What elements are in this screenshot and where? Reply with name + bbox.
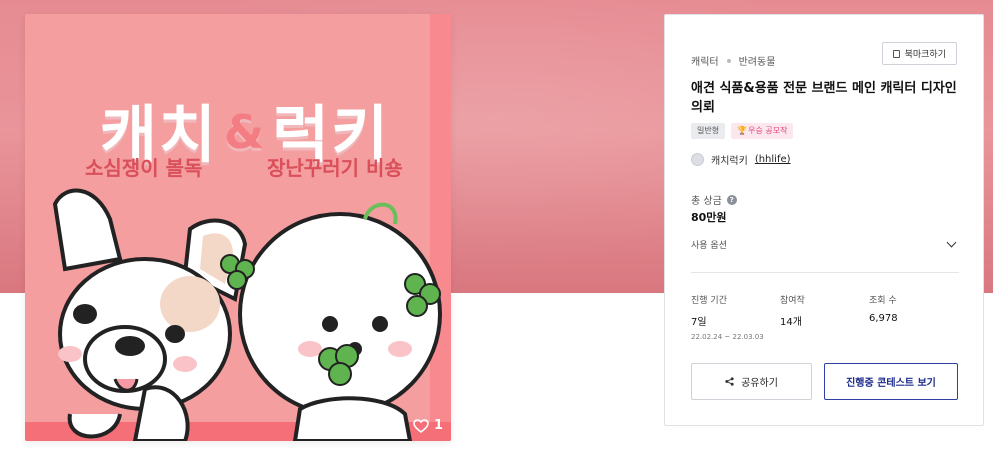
bookmark-label: 북마크하기: [904, 50, 946, 60]
bookmark-button[interactable]: 북마크하기: [881, 42, 957, 65]
share-button[interactable]: 공유하기: [691, 363, 812, 400]
like-button[interactable]: 1: [413, 418, 443, 433]
view-ongoing-contests-button[interactable]: 진행중 콘테스트 보기: [824, 363, 958, 400]
stat-entries-value: 14개: [780, 317, 802, 328]
share-icon: [725, 377, 734, 386]
usage-options-toggle[interactable]: 사용 옵션: [691, 237, 959, 251]
artwork-subtitle-right: 장난꾸러기 비숑: [267, 156, 403, 180]
stat-views-value: 6,978: [869, 313, 898, 324]
breadcrumb-separator: [726, 58, 731, 63]
prize-label: 총 상금 ?: [691, 192, 737, 207]
tag-award: 🏆 우승 공모작: [731, 123, 794, 139]
contest-stats: 진행 기간 7일 22.02.24 ~ 22.03.03 참여작 14개 조회 …: [691, 293, 959, 341]
help-icon[interactable]: ?: [726, 194, 737, 205]
like-count: 1: [433, 418, 443, 433]
heart-icon: [413, 418, 429, 433]
usage-options-label: 사용 옵션: [691, 240, 727, 251]
host-info[interactable]: 캐치럭키 (hhlife): [691, 152, 791, 167]
stat-entries-label: 참여작: [780, 296, 805, 306]
tag-award-label: 우승 공모작: [748, 126, 788, 135]
breadcrumb-item-subcategory[interactable]: 반려동물: [739, 53, 776, 68]
contest-info-card: 캐릭터 반려동물 북마크하기 애견 식품&용품 전문 브랜드 메인 캐릭터 디자…: [664, 14, 984, 426]
trophy-icon: 🏆: [737, 126, 748, 135]
prize-label-text: 총 상금: [691, 196, 722, 207]
stat-views-label: 조회 수: [869, 296, 897, 306]
prize-value: 80만원: [691, 211, 727, 224]
tag-list: 일반형 🏆 우승 공모작: [691, 123, 794, 139]
chevron-down-icon: [946, 237, 957, 247]
host-name: 캐치럭키: [711, 156, 748, 167]
tag-general: 일반형: [691, 123, 726, 139]
artwork-subtitle-left: 소심쟁이 볼독: [85, 156, 203, 180]
artwork-illustration: [25, 14, 451, 441]
stat-period-dates: 22.02.24 ~ 22.03.03: [691, 333, 764, 341]
divider: [691, 272, 959, 273]
breadcrumb: 캐릭터 반려동물: [691, 53, 775, 68]
host-handle-link[interactable]: (hhlife): [755, 154, 791, 165]
stat-entries: 참여작 14개: [780, 293, 869, 341]
stat-period-label: 진행 기간: [691, 296, 727, 306]
share-label: 공유하기: [741, 378, 778, 389]
contest-title: 애견 식품&용품 전문 브랜드 메인 캐릭터 디자인 의뢰: [691, 81, 957, 115]
bookmark-icon: [892, 49, 900, 58]
stat-period: 진행 기간 7일 22.02.24 ~ 22.03.03: [691, 293, 780, 341]
avatar: [691, 153, 704, 166]
stat-period-value: 7일: [691, 317, 707, 328]
stat-views: 조회 수 6,978: [869, 293, 958, 341]
contest-artwork[interactable]: 캐치 &럭키 소심쟁이 볼독 장난꾸러기 비숑 1: [25, 14, 451, 441]
breadcrumb-item-category[interactable]: 캐릭터: [691, 53, 719, 68]
